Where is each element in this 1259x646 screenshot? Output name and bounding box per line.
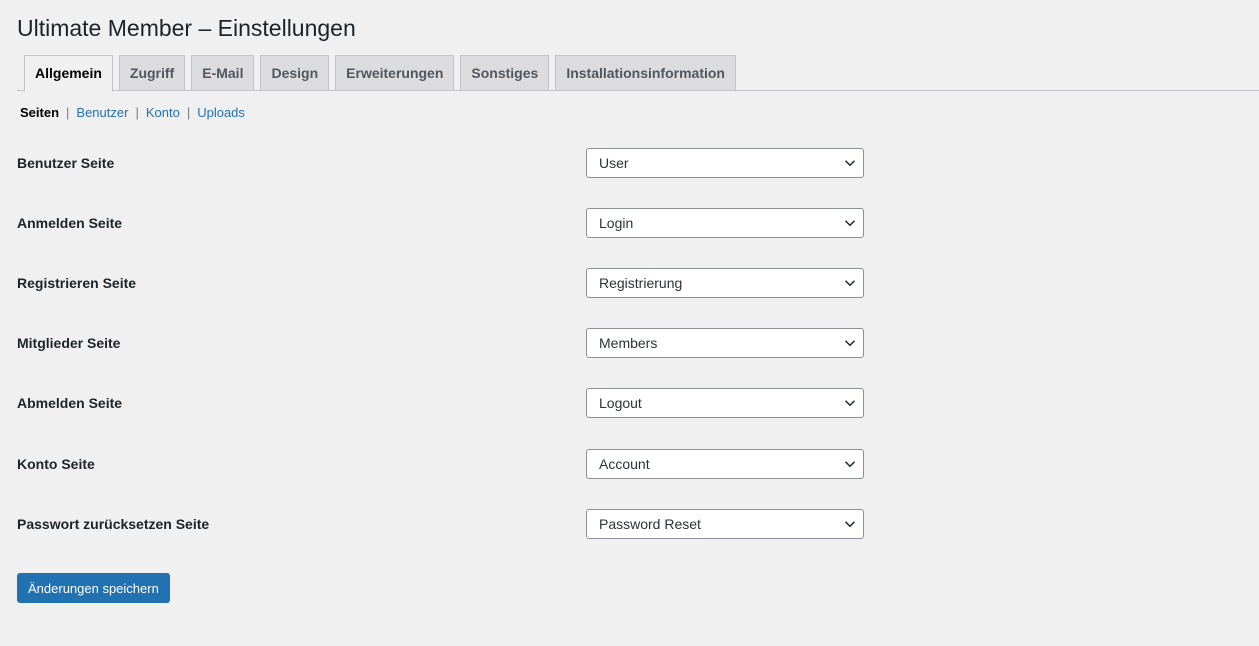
chevron-down-icon bbox=[844, 220, 856, 227]
setting-row-abmelden-seite: Abmelden Seite Logout bbox=[17, 388, 887, 418]
tab-e-mail[interactable]: E-Mail bbox=[191, 55, 255, 90]
chevron-down-icon bbox=[844, 280, 856, 287]
chevron-down-icon bbox=[844, 521, 856, 528]
chevron-down-icon bbox=[844, 160, 856, 167]
subnav-separator: | bbox=[135, 105, 139, 120]
tab-installationsinformation[interactable]: Installationsinformation bbox=[555, 55, 736, 90]
select-value: User bbox=[599, 155, 629, 171]
setting-label: Passwort zurücksetzen Seite bbox=[17, 516, 210, 532]
subnav-link-uploads[interactable]: Uploads bbox=[197, 104, 245, 121]
anmelden-seite-select[interactable]: Login bbox=[586, 208, 864, 238]
select-value: Registrierung bbox=[599, 275, 683, 291]
setting-label: Konto Seite bbox=[17, 456, 95, 472]
konto-seite-select[interactable]: Account bbox=[586, 449, 864, 479]
benutzer-seite-select[interactable]: User bbox=[586, 148, 864, 178]
subnav-separator: | bbox=[66, 105, 70, 120]
chevron-down-icon bbox=[844, 400, 856, 407]
select-value: Members bbox=[599, 335, 658, 351]
mitglieder-seite-select[interactable]: Members bbox=[586, 328, 864, 358]
setting-row-anmelden-seite: Anmelden Seite Login bbox=[17, 208, 887, 238]
subsection-nav: Seiten | Benutzer | Konto | Uploads bbox=[20, 104, 245, 121]
setting-label: Registrieren Seite bbox=[17, 275, 137, 291]
tab-divider bbox=[17, 90, 1259, 91]
registrieren-seite-select[interactable]: Registrierung bbox=[586, 268, 864, 298]
page-title: Ultimate Member – Einstellungen bbox=[17, 15, 356, 41]
subnav-separator: | bbox=[186, 105, 191, 120]
passwort-zuruecksetzen-seite-select[interactable]: Password Reset bbox=[586, 509, 864, 539]
setting-row-passwort-zuruecksetzen-seite: Passwort zurücksetzen Seite Password Res… bbox=[17, 509, 887, 539]
setting-label: Anmelden Seite bbox=[17, 215, 123, 231]
setting-label: Benutzer Seite bbox=[17, 155, 115, 171]
select-value: Logout bbox=[599, 395, 642, 411]
chevron-down-icon bbox=[844, 461, 856, 468]
subnav-current-seiten: Seiten bbox=[20, 105, 60, 120]
chevron-down-icon bbox=[844, 340, 856, 347]
setting-label: Abmelden Seite bbox=[17, 395, 123, 411]
setting-row-benutzer-seite: Benutzer Seite User bbox=[17, 148, 887, 178]
subnav-link-konto[interactable]: Konto bbox=[146, 104, 180, 121]
save-changes-button[interactable]: Änderungen speichern bbox=[17, 573, 170, 603]
tab-erweiterungen[interactable]: Erweiterungen bbox=[335, 55, 455, 90]
setting-row-registrieren-seite: Registrieren Seite Registrierung bbox=[17, 268, 887, 298]
abmelden-seite-select[interactable]: Logout bbox=[586, 388, 864, 418]
select-value: Account bbox=[599, 456, 650, 472]
tab-sonstiges[interactable]: Sonstiges bbox=[460, 55, 550, 90]
tab-zugriff[interactable]: Zugriff bbox=[118, 55, 186, 90]
subnav-link-benutzer[interactable]: Benutzer bbox=[76, 104, 128, 121]
tab-design[interactable]: Design bbox=[260, 55, 330, 90]
setting-label: Mitglieder Seite bbox=[17, 335, 121, 351]
tab-allgemein[interactable]: Allgemein bbox=[24, 55, 113, 92]
select-value: Password Reset bbox=[599, 516, 701, 532]
setting-row-konto-seite: Konto Seite Account bbox=[17, 449, 887, 479]
select-value: Login bbox=[599, 215, 634, 231]
settings-tabs: Allgemein Zugriff E-Mail Design Erweiter… bbox=[24, 55, 736, 92]
setting-row-mitglieder-seite: Mitglieder Seite Members bbox=[17, 328, 887, 358]
